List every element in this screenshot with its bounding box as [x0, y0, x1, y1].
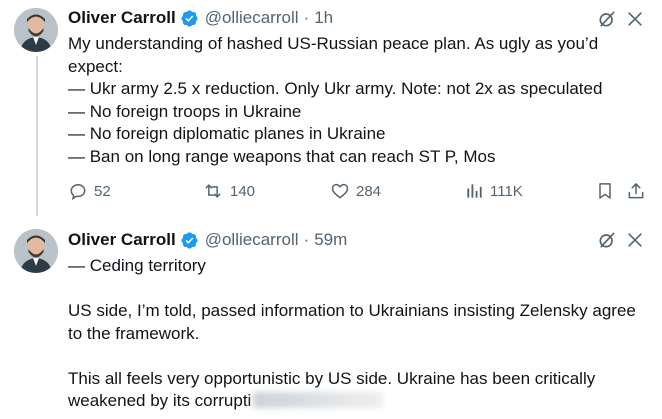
author-name[interactable]: Oliver Carroll: [68, 230, 176, 250]
action-bar: 52 140 284 111K: [62, 181, 652, 205]
timestamp[interactable]: 1h: [314, 8, 333, 28]
tweet-header: Oliver Carroll @olliecarroll · 1h: [68, 7, 333, 29]
bookmark-button[interactable]: [595, 181, 615, 201]
text-line: — Ukr army 2.5 x reduction. Only Ukr arm…: [68, 79, 603, 98]
thread: Oliver Carroll @olliecarroll · 1h My und…: [0, 0, 662, 419]
like-count: 284: [356, 182, 382, 200]
views-icon: [464, 181, 484, 201]
thread-connector-line: [36, 56, 38, 216]
text-line: — Ceding territory: [68, 256, 206, 275]
avatar[interactable]: [14, 8, 58, 52]
author-handle[interactable]: @olliecarroll: [205, 230, 299, 250]
text-line: My understanding of hashed US-Russian pe…: [68, 34, 599, 53]
tweet-header: Oliver Carroll @olliecarroll · 59m: [68, 229, 347, 251]
verified-icon: [180, 231, 199, 250]
timestamp[interactable]: 59m: [314, 230, 347, 250]
verified-icon: [180, 9, 199, 28]
text-line: to the framework.: [68, 323, 200, 343]
text-line: US side, I’m told, passed information to…: [68, 301, 636, 320]
text-line: expect:: [68, 56, 123, 76]
tweet-text: — Ceding territory US side, I’m told, pa…: [68, 255, 648, 413]
bookmark-icon: [595, 181, 615, 201]
grok-icon[interactable]: [596, 8, 618, 30]
author-handle[interactable]: @olliecarroll: [205, 8, 299, 28]
reply-icon: [68, 181, 88, 201]
more-icon[interactable]: [624, 8, 646, 30]
like-icon: [330, 181, 350, 201]
watermark-blur: [253, 392, 384, 408]
text-line: — No foreign troops in Ukraine: [68, 101, 302, 121]
truncated-text: weakened by its corrupti: [68, 391, 252, 410]
repost-count: 140: [230, 182, 256, 200]
grok-icon[interactable]: [596, 229, 618, 251]
tweet-text: My understanding of hashed US-Russian pe…: [68, 33, 648, 168]
text-line: — Ban on long range weapons that can rea…: [68, 146, 496, 166]
text-line: This all feels very opportunistic by US …: [68, 368, 596, 388]
author-name[interactable]: Oliver Carroll: [68, 8, 176, 28]
repost-button[interactable]: 140: [202, 181, 255, 201]
reply-button[interactable]: 52: [68, 181, 111, 201]
separator-dot: ·: [303, 230, 310, 249]
like-button[interactable]: 284: [330, 181, 381, 201]
views-button[interactable]: 111K: [464, 181, 523, 201]
text-line: — No foreign diplomatic planes in Ukrain…: [68, 124, 386, 143]
tweet[interactable]: Oliver Carroll @olliecarroll · 59m — Ced…: [0, 215, 662, 419]
more-icon[interactable]: [624, 229, 646, 251]
share-button[interactable]: [626, 181, 646, 201]
tweet[interactable]: Oliver Carroll @olliecarroll · 1h My und…: [0, 0, 662, 216]
text-line-truncated: weakened by its corrupti: [68, 390, 648, 413]
reply-count: 52: [94, 182, 111, 200]
avatar[interactable]: [14, 229, 58, 273]
share-icon: [626, 181, 646, 201]
separator-dot: ·: [303, 8, 310, 27]
repost-icon: [202, 181, 224, 201]
views-count: 111K: [490, 182, 523, 200]
